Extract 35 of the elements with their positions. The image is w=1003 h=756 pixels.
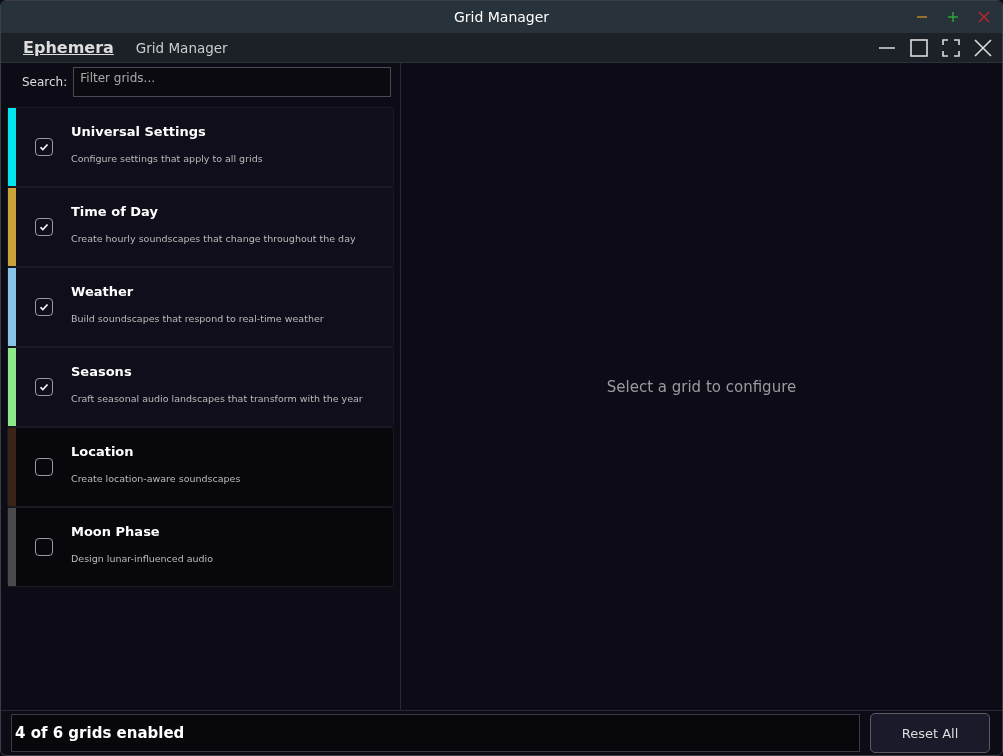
checkbox[interactable] xyxy=(34,378,53,396)
grid-description: Build soundscapes that respond to real-time weather xyxy=(71,313,324,324)
checkbox[interactable] xyxy=(34,538,53,556)
grid-description: Create hourly soundscapes that change throughout the day xyxy=(71,233,356,244)
grid-description: Configure settings that apply to all grids xyxy=(71,153,263,164)
grid-name: Time of Day xyxy=(71,204,159,219)
grid-name: Universal Settings xyxy=(71,124,207,139)
reset-button[interactable]: Reset All xyxy=(870,713,990,753)
search-field[interactable]: Filter grids... xyxy=(73,67,392,97)
checkbox[interactable] xyxy=(34,458,53,476)
grid-name: Location xyxy=(71,444,135,459)
maximize-icon[interactable] xyxy=(910,38,928,57)
grid-card[interactable]: Location Create location-aware soundscapes xyxy=(7,427,394,507)
grid-name: Seasons xyxy=(71,364,133,379)
fullscreen-icon[interactable] xyxy=(942,38,960,57)
app-name[interactable]: Ephemera xyxy=(23,38,114,57)
plus-icon[interactable] xyxy=(947,11,959,23)
grid-description: Create location-aware soundscapes xyxy=(71,473,241,484)
grid-card[interactable]: Universal Settings Configure settings that apply to all grids xyxy=(7,107,394,187)
empty-message: Select a grid to configure xyxy=(606,377,797,396)
grid-card[interactable]: Weather Build soundscapes that respond to real-time weather xyxy=(7,267,394,347)
grid-description: Craft seasonal audio landscapes that transform with the year xyxy=(71,393,363,404)
checkbox[interactable] xyxy=(34,138,53,156)
page-title: Grid Manager xyxy=(135,39,228,56)
grid-card[interactable]: Moon Phase Design lunar-influenced audio xyxy=(7,507,394,587)
grid-name: Moon Phase xyxy=(71,524,161,539)
search-label: Search: xyxy=(22,75,68,89)
grid-card[interactable]: Seasons Craft seasonal audio landscapes that transform with the year xyxy=(7,347,394,427)
grid-description: Design lunar-influenced audio xyxy=(71,553,214,564)
checkbox[interactable] xyxy=(34,218,53,236)
grid-name: Weather xyxy=(71,284,135,299)
window-title: Grid Manager xyxy=(453,9,550,25)
checkbox[interactable] xyxy=(34,298,53,316)
grid-card[interactable]: Time of Day Create hourly soundscapes that change throughout the day xyxy=(7,187,394,267)
status-summary: 4 of 6 grids enabled xyxy=(11,714,860,752)
